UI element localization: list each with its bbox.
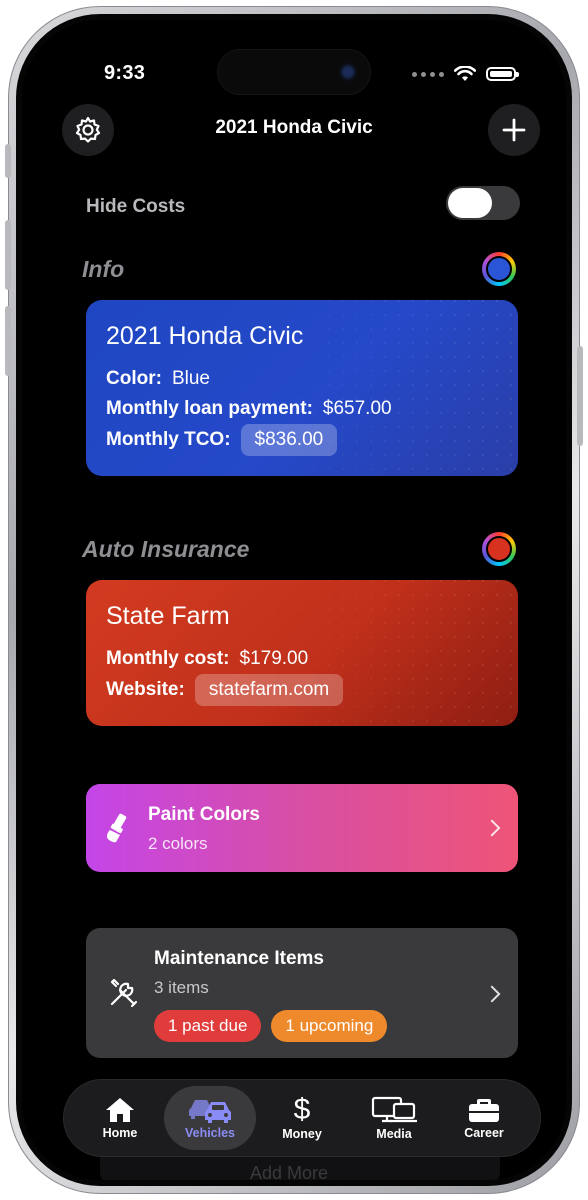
dynamic-island [218, 50, 370, 94]
status-icons [412, 66, 519, 82]
action-button [5, 144, 11, 178]
volume-up-button [5, 220, 11, 290]
add-more-row[interactable]: Add More [100, 1156, 500, 1180]
chevron-right-icon [483, 819, 501, 837]
color-label: Color: [106, 368, 162, 389]
toggle-knob [448, 188, 492, 218]
cars-icon [189, 1100, 231, 1123]
status-time: 9:33 [104, 62, 146, 84]
selected-color-swatch [486, 536, 512, 562]
battery-icon [486, 67, 519, 81]
maintenance-title: Maintenance Items [154, 948, 324, 969]
maintenance-row[interactable]: Maintenance Items 3 items 1 past due 1 u… [86, 928, 518, 1058]
tab-media[interactable]: Media [348, 1086, 440, 1150]
add-more-label: Add More [250, 1163, 329, 1180]
info-section-title: Info [82, 256, 125, 282]
phone-frame: 9:33 2021 Honda Civic Hide Costs Info 20… [5, 6, 583, 1194]
maintenance-subtitle: 3 items [154, 978, 209, 997]
house-icon [106, 1098, 134, 1122]
front-camera-icon [338, 62, 358, 82]
signal-icon [412, 71, 444, 77]
devices-icon [371, 1096, 417, 1123]
loan-label: Monthly loan payment: [106, 398, 313, 419]
vehicle-name: 2021 Honda Civic [106, 322, 304, 350]
tco-value[interactable]: $836.00 [240, 424, 338, 456]
past-due-badge: 1 past due [154, 1010, 262, 1042]
tab-home[interactable]: Home [74, 1086, 166, 1150]
cost-label: Monthly cost: [106, 648, 230, 669]
cost-value: $179.00 [239, 648, 309, 669]
paintbrush-icon [106, 813, 127, 843]
cost-row: Monthly cost: $179.00 [106, 648, 308, 670]
dollar-icon: $ [293, 1093, 311, 1126]
maintenance-badges: 1 past due 1 upcoming [154, 1010, 388, 1042]
plus-icon [502, 118, 526, 142]
upcoming-badge: 1 upcoming [271, 1010, 388, 1042]
tab-media-label: Media [376, 1127, 412, 1141]
paint-colors-row[interactable]: Paint Colors 2 colors [86, 784, 518, 872]
tab-career[interactable]: Career [438, 1086, 530, 1150]
vehicle-info-card[interactable]: 2021 Honda Civic Color: Blue Monthly loa… [86, 300, 518, 476]
hide-costs-toggle[interactable] [446, 186, 520, 220]
loan-value: $657.00 [322, 398, 392, 419]
screen: 9:33 2021 Honda Civic Hide Costs Info 20… [22, 20, 566, 1180]
paint-colors-subtitle: 2 colors [148, 834, 208, 853]
tab-bar: Home Vehicles $ Money Media Career [64, 1080, 540, 1156]
website-row: Website: statefarm.com [106, 674, 344, 706]
tco-label: Monthly TCO: [106, 429, 231, 450]
chevron-right-icon [483, 985, 501, 1003]
insurance-section-title: Auto Insurance [82, 536, 250, 562]
tab-money[interactable]: $ Money [256, 1086, 348, 1150]
tab-money-label: Money [282, 1127, 322, 1141]
tab-vehicles[interactable]: Vehicles [164, 1086, 256, 1150]
insurer-name: State Farm [106, 602, 230, 630]
briefcase-icon [469, 1099, 499, 1122]
tab-vehicles-label: Vehicles [184, 1126, 236, 1140]
insurance-color-picker[interactable] [482, 532, 516, 566]
info-color-picker[interactable] [482, 252, 516, 286]
paint-colors-title: Paint Colors [148, 804, 260, 825]
website-label: Website: [106, 679, 185, 700]
hide-costs-label: Hide Costs [86, 196, 186, 217]
tco-row: Monthly TCO: $836.00 [106, 424, 338, 456]
volume-down-button [5, 306, 11, 376]
power-button [577, 346, 583, 446]
add-button[interactable] [488, 104, 540, 156]
bezel: 9:33 2021 Honda Civic Hide Costs Info 20… [16, 14, 572, 1186]
tab-home-label: Home [102, 1126, 138, 1140]
color-value: Blue [171, 368, 210, 389]
loan-row: Monthly loan payment: $657.00 [106, 398, 392, 420]
color-row: Color: Blue [106, 368, 210, 390]
page-title: 2021 Honda Civic [215, 117, 373, 138]
selected-color-swatch [486, 256, 512, 282]
wrench-screwdriver-icon [110, 978, 138, 1008]
tab-career-label: Career [464, 1126, 504, 1140]
website-link[interactable]: statefarm.com [194, 674, 344, 706]
insurance-card[interactable]: State Farm Monthly cost: $179.00 Website… [86, 580, 518, 726]
wifi-icon [454, 66, 476, 81]
